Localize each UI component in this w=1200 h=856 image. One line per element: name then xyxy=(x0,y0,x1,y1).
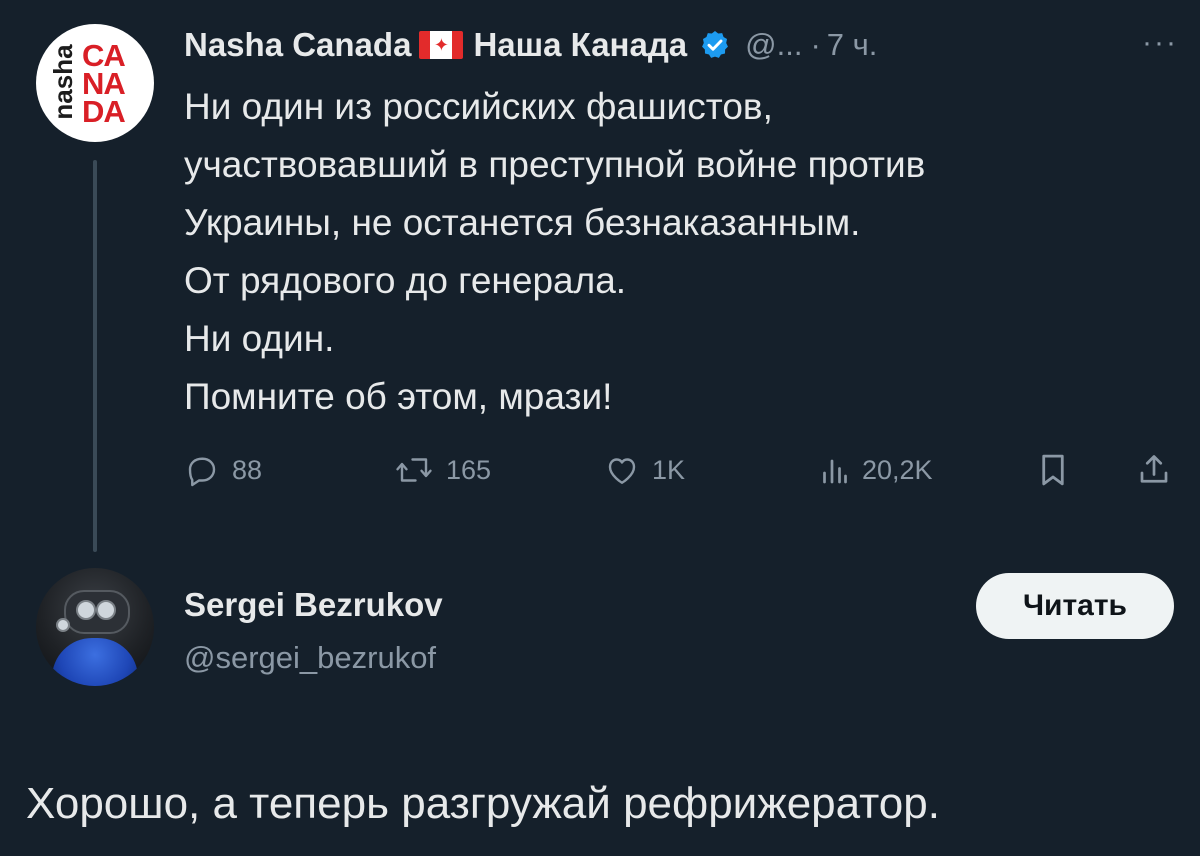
follow-button[interactable]: Читать xyxy=(976,573,1174,639)
canada-flag-icon: ✦ xyxy=(419,31,464,59)
author-display-name[interactable]: Nasha Canada xyxy=(184,26,411,64)
views-count: 20,2K xyxy=(862,454,933,485)
reply-count: 88 xyxy=(232,454,263,485)
retweet-icon xyxy=(394,452,434,488)
original-tweet[interactable]: nasha CA NA DA Nasha Canada ✦ Наша Канад… xyxy=(0,0,1200,556)
avatar-logo-word: nasha xyxy=(48,44,78,120)
follow-card-display-name[interactable]: Sergei Bezrukov xyxy=(184,586,443,624)
views-bar-chart-icon xyxy=(820,452,850,488)
tweet-text-line: участвовавший в преступной войне против xyxy=(184,144,926,185)
avatar-photo-fuel-tank xyxy=(52,638,138,686)
more-options-icon[interactable]: ··· xyxy=(1142,28,1178,58)
like-count: 1K xyxy=(652,454,686,485)
author-handle[interactable]: @... xyxy=(745,27,802,63)
tweet-text-line: Помните об этом, мрази! xyxy=(184,376,613,417)
tweet-header: Nasha Canada ✦ Наша Канада @... · 7 ч. xyxy=(184,22,877,68)
tweet-text-line: Ни один из российских фашистов, xyxy=(184,86,773,127)
separator-dot: · xyxy=(810,27,821,62)
views-button[interactable]: 20,2K xyxy=(820,446,933,494)
tweet-text-line: Украины, не останется безнаказанным. xyxy=(184,202,861,243)
reply-icon xyxy=(184,452,220,488)
bookmark-icon xyxy=(1036,451,1070,489)
retweet-count: 165 xyxy=(446,454,492,485)
verified-badge-icon xyxy=(699,29,731,61)
nasha-canada-avatar[interactable]: nasha CA NA DA xyxy=(36,24,154,142)
tweet-text-line: От рядового до генерала. xyxy=(184,260,627,301)
retweet-button[interactable]: 165 xyxy=(394,446,491,494)
like-button[interactable]: 1K xyxy=(604,446,685,494)
tweet-text-line: Ни один. xyxy=(184,318,335,359)
share-button[interactable] xyxy=(1136,446,1172,494)
bookmark-button[interactable] xyxy=(1036,446,1070,494)
thread-connector-line xyxy=(93,160,97,552)
share-icon xyxy=(1136,451,1172,489)
heart-icon xyxy=(604,452,640,488)
tweet-timestamp[interactable]: 7 ч. xyxy=(827,27,878,63)
tweet-action-bar: 88 165 1K 20,2K xyxy=(184,446,1184,494)
follow-card-handle[interactable]: @sergei_bezrukof xyxy=(184,640,436,676)
author-display-name-cyrillic[interactable]: Наша Канада xyxy=(473,26,687,64)
tweet-text: Ни один из российских фашистов, участвов… xyxy=(184,78,1174,426)
reply-button[interactable]: 88 xyxy=(184,446,262,494)
avatar-logo-line: DA xyxy=(82,94,126,129)
reply-text: Хорошо, а теперь разгружай рефрижератор. xyxy=(26,779,940,828)
avatar-logo-stack: CA NA DA xyxy=(82,40,142,129)
sergei-avatar[interactable] xyxy=(36,568,154,686)
